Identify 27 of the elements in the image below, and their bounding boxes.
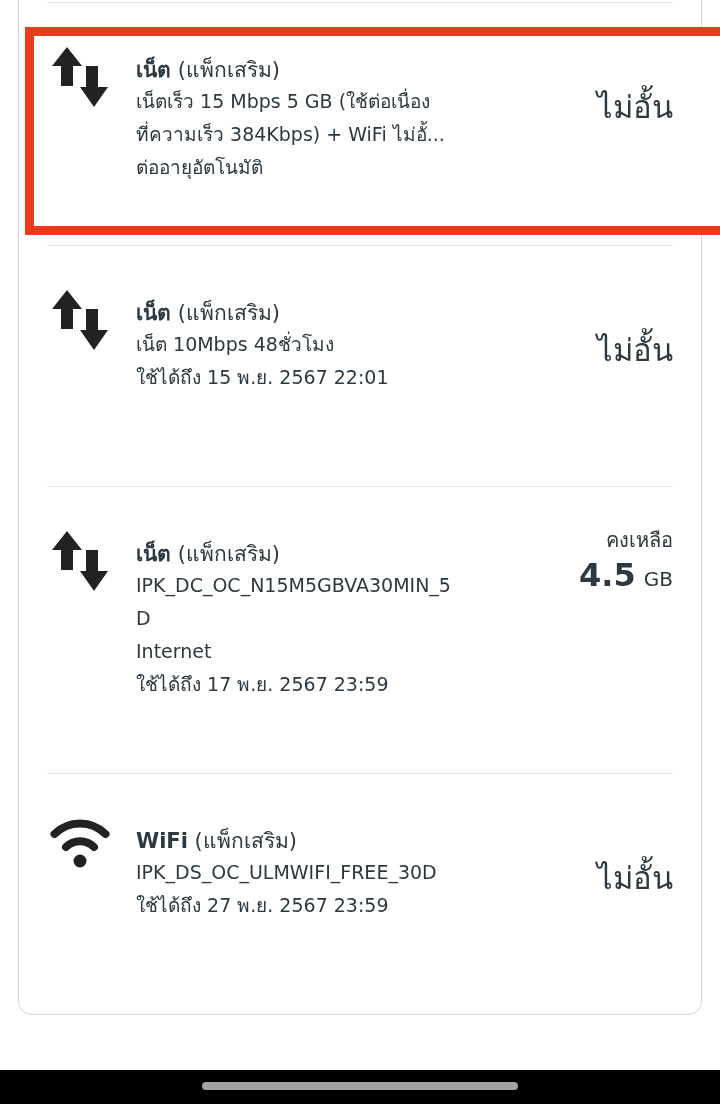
- remaining-amount: 4.5: [579, 555, 636, 595]
- package-detail: ใช้ได้ถึง 15 พ.ย. 2567 22:01: [136, 365, 389, 390]
- package-title: เน็ต (แพ็กเสริม): [136, 539, 281, 568]
- package-detail: ต่ออายุอัตโนมัติ: [136, 155, 263, 181]
- unlimited-label: ไม่อั้น: [597, 858, 673, 898]
- highlighted-package-row[interactable]: เน็ต (แพ็กเสริม) เน็ตเร็ว 15 Mbps 5 GB (ใช้ต่อเนื่อง ที่ความเร็ว 384Kbps) + WiFi ไม่อั้... ต่ออายุอัตโนมัติ ไม่อั้น: [25, 27, 720, 235]
- unlimited-label: ไม่อั้น: [597, 330, 673, 370]
- package-detail: ที่ความเร็ว 384Kbps) + WiFi ไม่อั้...: [136, 120, 445, 147]
- up-down-arrows-icon: [52, 531, 108, 591]
- package-title: WiFi (แพ็กเสริม): [136, 826, 297, 855]
- wifi-icon: [50, 818, 110, 868]
- package-detail: IPK_DC_OC_N15M5GBVA30MIN_5: [136, 573, 451, 599]
- up-down-arrows-icon: [52, 47, 108, 107]
- unlimited-label: ไม่อั้น: [597, 87, 673, 127]
- package-detail: Internet: [136, 639, 212, 664]
- package-title: เน็ต (แพ็กเสริม): [136, 55, 281, 84]
- package-detail: เน็ต 10Mbps 48ชั่วโมง: [136, 330, 334, 357]
- remaining-label: คงเหลือ: [606, 527, 673, 554]
- package-detail: IPK_DS_OC_ULMWIFI_FREE_30D: [136, 860, 437, 886]
- up-down-arrows-icon: [52, 290, 108, 350]
- package-detail: D: [136, 606, 151, 631]
- home-indicator[interactable]: [202, 1082, 518, 1090]
- package-title: เน็ต (แพ็กเสริม): [136, 298, 281, 327]
- package-detail: ใช้ได้ถึง 17 พ.ย. 2567 23:59: [136, 672, 389, 697]
- remaining-unit: GB: [643, 566, 673, 593]
- package-detail: เน็ตเร็ว 15 Mbps 5 GB (ใช้ต่อเนื่อง: [136, 87, 431, 114]
- package-detail: ใช้ได้ถึง 27 พ.ย. 2567 23:59: [136, 893, 389, 918]
